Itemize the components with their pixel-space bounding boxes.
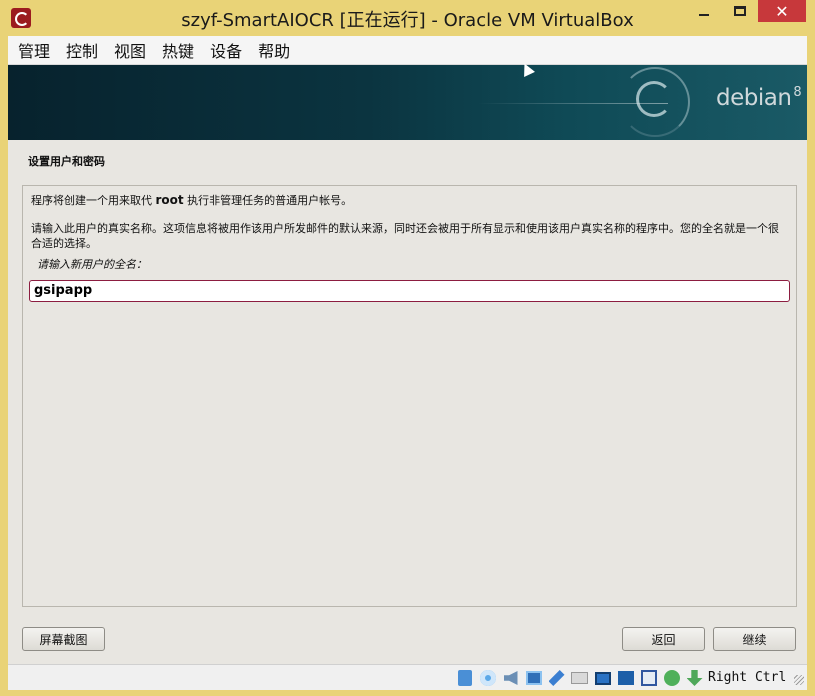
menu-bar: 管理 控制 视图 热键 设备 帮助	[8, 36, 807, 65]
debian-logo: debian 8	[716, 85, 802, 111]
network-icon[interactable]	[523, 668, 544, 688]
vm-display[interactable]: debian 8 设置用户和密码 程序将创建一个用来取代 root 执行非管理任务…	[8, 65, 807, 664]
debian-swirl-inner-icon	[636, 81, 672, 117]
display-icon[interactable]	[592, 668, 613, 688]
description-root-suffix: 执行非管理任务的普通用户帐号。	[183, 194, 353, 207]
status-icons	[454, 668, 705, 688]
optical-drive-icon[interactable]	[477, 668, 498, 688]
usb-icon[interactable]	[546, 668, 567, 688]
debian-logo-text: debian	[716, 85, 792, 111]
description-root: 程序将创建一个用来取代 root 执行非管理任务的普通用户帐号。	[31, 192, 352, 208]
debian-version: 8	[793, 85, 802, 100]
fullname-prompt: 请输入新用户的全名：	[37, 258, 147, 271]
maximize-icon	[734, 6, 746, 16]
shared-folders-icon[interactable]	[569, 668, 590, 688]
title-bar[interactable]: szyf-SmartAIOCR [正在运行] - Oracle VM Virtu…	[0, 0, 815, 36]
status-bar: Right Ctrl	[8, 664, 807, 690]
menu-manage[interactable]: 管理	[10, 36, 58, 65]
close-icon: ✕	[775, 1, 789, 21]
description-fullname: 请输入此用户的真实名称。这项信息将被用作该用户所发邮件的默认来源，同时还会被用于…	[31, 222, 779, 250]
description-root-prefix: 程序将创建一个用来取代	[31, 194, 156, 207]
video-capture-icon[interactable]	[615, 668, 636, 688]
menu-devices[interactable]: 设备	[202, 36, 250, 65]
section-title: 设置用户和密码	[28, 155, 105, 168]
installer-form: 程序将创建一个用来取代 root 执行非管理任务的普通用户帐号。 请输入此用户的…	[22, 185, 797, 607]
resize-grip-icon[interactable]	[794, 675, 804, 685]
close-button[interactable]: ✕	[758, 0, 806, 22]
description-root-code: root	[155, 193, 184, 207]
back-button[interactable]: 返回	[622, 627, 705, 651]
audio-icon[interactable]	[500, 668, 521, 688]
host-key-label[interactable]: Right Ctrl	[708, 670, 786, 685]
continue-button[interactable]: 继续	[713, 627, 796, 651]
minimize-icon	[699, 14, 709, 16]
keyboard-capture-icon[interactable]	[684, 668, 705, 688]
virtualization-icon[interactable]	[638, 668, 659, 688]
mouse-integration-icon[interactable]	[661, 668, 682, 688]
screenshot-button[interactable]: 屏幕截图	[22, 627, 105, 651]
fullname-input[interactable]: gsipapp	[29, 280, 790, 302]
debian-banner: debian 8	[8, 65, 807, 140]
minimize-button[interactable]	[686, 0, 722, 22]
menu-view[interactable]: 视图	[106, 36, 154, 65]
maximize-button[interactable]	[722, 0, 758, 22]
menu-control[interactable]: 控制	[58, 36, 106, 65]
menu-hotkeys[interactable]: 热键	[154, 36, 202, 65]
hard-disk-icon[interactable]	[454, 668, 475, 688]
virtualbox-window: szyf-SmartAIOCR [正在运行] - Oracle VM Virtu…	[0, 0, 815, 696]
menu-help[interactable]: 帮助	[250, 36, 298, 65]
